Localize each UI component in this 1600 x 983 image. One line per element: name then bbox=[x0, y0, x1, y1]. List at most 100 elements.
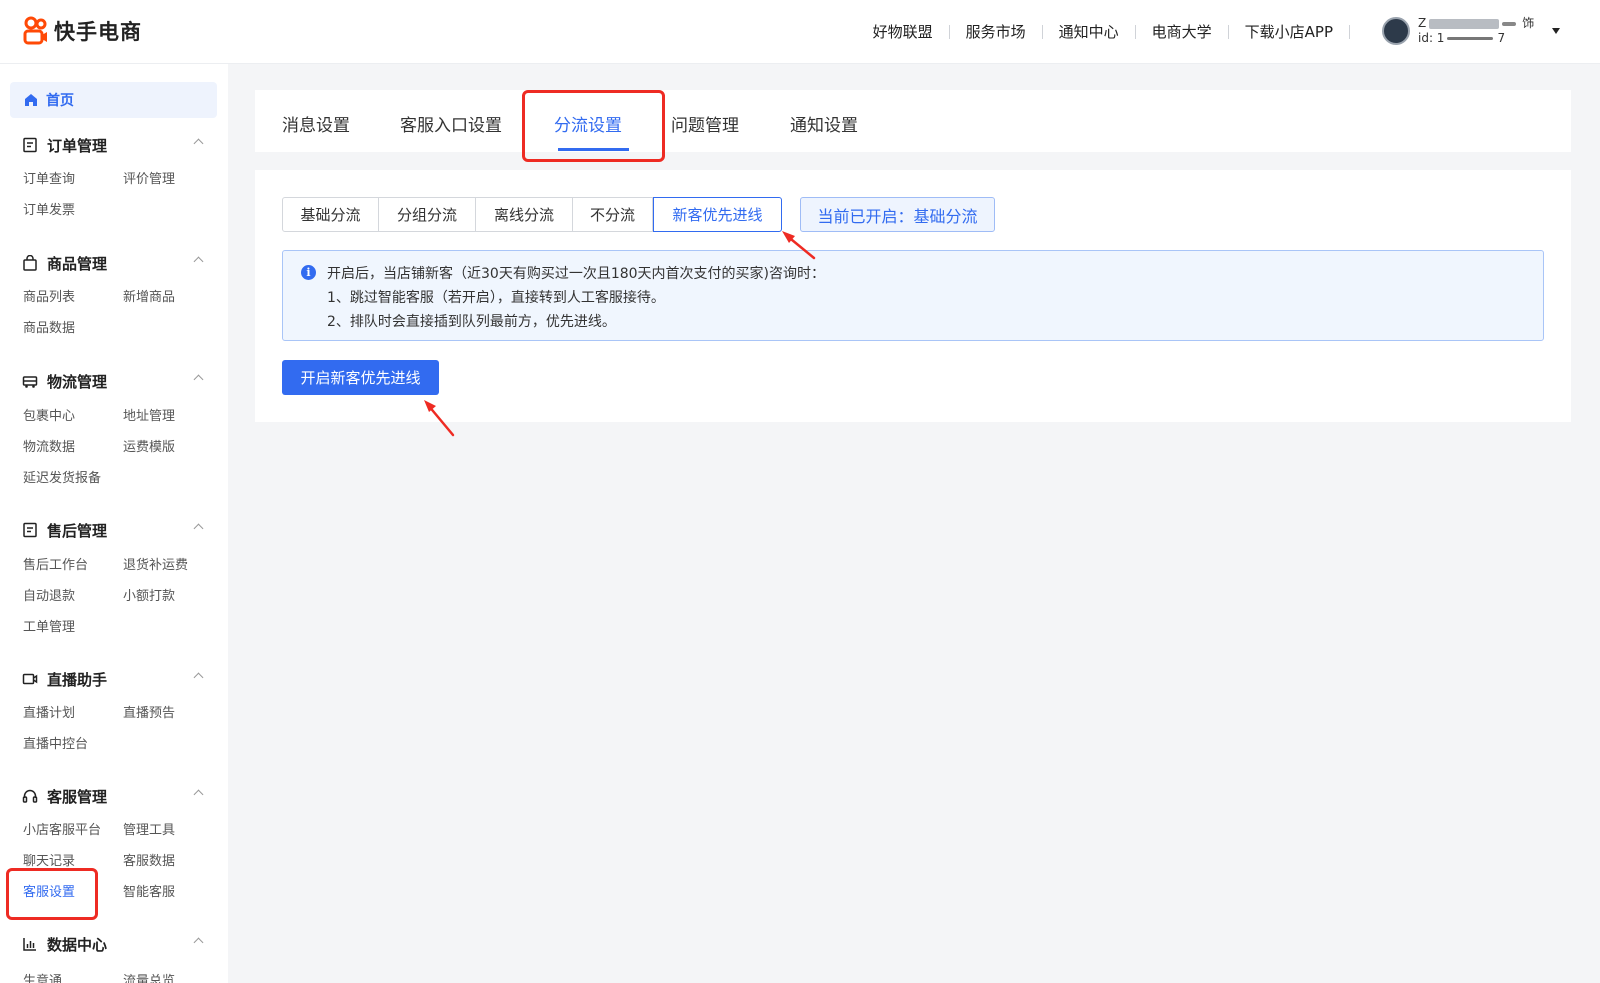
sidebar-group-header[interactable]: 数据中心 bbox=[0, 929, 228, 959]
topnav-ecommerce-university[interactable]: 电商大学 bbox=[1136, 22, 1228, 42]
sidebar-group-customer-service: 客服管理 bbox=[0, 781, 228, 811]
sidebar-item-ticket-management[interactable]: 工单管理 bbox=[23, 616, 75, 635]
sidebar-item-chat-history[interactable]: 聊天记录 bbox=[23, 850, 75, 869]
sidebar-item-order-query[interactable]: 订单查询 bbox=[23, 168, 75, 187]
topnav-notification-center[interactable]: 通知中心 bbox=[1043, 22, 1135, 42]
routing-mode-group[interactable]: 分组分流 bbox=[379, 197, 476, 232]
sidebar-group-logistics: 物流管理 bbox=[0, 366, 228, 396]
sidebar-item-delay-shipping-report[interactable]: 延迟发货报备 bbox=[23, 467, 101, 486]
user-id-suffix: 7 bbox=[1497, 31, 1506, 45]
sidebar-item-live-preview[interactable]: 直播预告 bbox=[123, 702, 175, 721]
user-id-prefix: id: 1 bbox=[1418, 31, 1445, 45]
sidebar-group-header[interactable]: 订单管理 bbox=[0, 130, 228, 160]
chevron-down-icon[interactable] bbox=[1552, 28, 1560, 34]
redacted-text bbox=[1502, 21, 1517, 26]
sidebar-item-freight-template[interactable]: 运费模版 bbox=[123, 436, 175, 455]
sidebar-item-auto-refund[interactable]: 自动退款 bbox=[23, 585, 75, 604]
sidebar-item-business-pass[interactable]: 生意通 bbox=[23, 970, 62, 983]
sidebar-group-header[interactable]: 售后管理 bbox=[0, 515, 228, 545]
redacted-text bbox=[1447, 37, 1494, 40]
sidebar-item-product-data[interactable]: 商品数据 bbox=[23, 317, 75, 336]
chevron-up-icon[interactable] bbox=[193, 256, 204, 267]
sidebar-item-review-management[interactable]: 评价管理 bbox=[123, 168, 175, 187]
highlight-box bbox=[6, 868, 98, 920]
chevron-up-icon[interactable] bbox=[193, 523, 204, 534]
sidebar-home-label: 首页 bbox=[46, 93, 74, 109]
sidebar-item-shop-cs-platform[interactable]: 小店客服平台 bbox=[23, 819, 101, 838]
sidebar-group-header[interactable]: 直播助手 bbox=[0, 664, 228, 694]
sidebar-item-management-tools[interactable]: 管理工具 bbox=[123, 819, 175, 838]
sidebar-item-traffic-overview[interactable]: 流量总览 bbox=[123, 970, 175, 983]
sidebar-group-title: 售后管理 bbox=[47, 521, 108, 540]
sidebar-item-package-center[interactable]: 包裹中心 bbox=[23, 405, 75, 424]
divider bbox=[1349, 25, 1350, 39]
routing-mode-offline[interactable]: 离线分流 bbox=[476, 197, 573, 232]
tab-notification-settings[interactable]: 通知设置 bbox=[790, 111, 858, 136]
routing-mode-selector: 基础分流 分组分流 离线分流 不分流 新客优先进线 bbox=[282, 197, 782, 232]
routing-mode-new-customer-priority[interactable]: 新客优先进线 bbox=[653, 197, 782, 232]
sidebar-item-logistics-data[interactable]: 物流数据 bbox=[23, 436, 75, 455]
info-line: 1、跳过智能客服（若开启），直接转到人工客服接待。 bbox=[327, 290, 665, 306]
chevron-up-icon[interactable] bbox=[193, 138, 204, 149]
top-header: 快手电商 好物联盟 服务市场 通知中心 电商大学 下载小店APP Z 饰 id: … bbox=[0, 0, 1600, 64]
info-icon: i bbox=[301, 265, 316, 280]
highlight-box bbox=[522, 90, 665, 162]
avatar[interactable] bbox=[1382, 17, 1410, 45]
sidebar-group-products: 商品管理 bbox=[0, 248, 228, 278]
user-menu[interactable]: Z 饰 id: 1 7 bbox=[1382, 16, 1534, 46]
brand-logo[interactable]: 快手电商 bbox=[22, 16, 142, 46]
info-line: 开启后，当店铺新客（近30天有购买过一次且180天内首次支付的买家)咨询时： bbox=[327, 266, 825, 282]
sidebar-item-small-payment[interactable]: 小额打款 bbox=[123, 585, 175, 604]
sidebar-group-title: 直播助手 bbox=[47, 670, 108, 689]
sidebar-group-data-center: 数据中心 bbox=[0, 929, 228, 959]
video-icon bbox=[22, 673, 38, 685]
sidebar: 首页 订单管理 订单查询 评价管理 订单发票 商品管理 商品列表 新增商品 商品… bbox=[0, 64, 228, 983]
enable-new-customer-priority-button[interactable]: 开启新客优先进线 bbox=[282, 360, 439, 395]
routing-mode-basic[interactable]: 基础分流 bbox=[282, 197, 379, 232]
topnav-download-app[interactable]: 下载小店APP bbox=[1229, 22, 1349, 42]
redacted-text bbox=[1429, 18, 1500, 29]
sidebar-item-home[interactable]: 首页 bbox=[10, 82, 217, 118]
chevron-up-icon[interactable] bbox=[193, 374, 204, 385]
order-icon bbox=[23, 137, 37, 153]
sidebar-item-aftersale-workbench[interactable]: 售后工作台 bbox=[23, 554, 88, 573]
sidebar-item-return-shipping-compensation[interactable]: 退货补运费 bbox=[123, 554, 188, 573]
sidebar-item-product-list[interactable]: 商品列表 bbox=[23, 286, 75, 305]
tab-cs-entry-settings[interactable]: 客服入口设置 bbox=[400, 111, 502, 136]
chevron-up-icon[interactable] bbox=[193, 789, 204, 800]
user-name-suffix: 饰 bbox=[1522, 16, 1535, 30]
user-name-prefix: Z bbox=[1418, 16, 1427, 30]
sidebar-item-live-plan[interactable]: 直播计划 bbox=[23, 702, 75, 721]
sidebar-group-title: 物流管理 bbox=[47, 372, 108, 391]
sidebar-group-header[interactable]: 商品管理 bbox=[0, 248, 228, 278]
routing-mode-none[interactable]: 不分流 bbox=[573, 197, 653, 232]
bag-icon bbox=[23, 255, 37, 271]
sidebar-group-header[interactable]: 客服管理 bbox=[0, 781, 228, 811]
sidebar-item-add-product[interactable]: 新增商品 bbox=[123, 286, 175, 305]
sidebar-item-live-console[interactable]: 直播中控台 bbox=[23, 733, 88, 752]
tab-question-management[interactable]: 问题管理 bbox=[671, 111, 739, 136]
sidebar-group-title: 商品管理 bbox=[47, 254, 108, 273]
sidebar-group-live: 直播助手 bbox=[0, 664, 228, 694]
topnav-alliance[interactable]: 好物联盟 bbox=[857, 22, 949, 42]
brand-name: 快手电商 bbox=[54, 20, 142, 44]
sidebar-item-address-management[interactable]: 地址管理 bbox=[123, 405, 175, 424]
sidebar-group-header[interactable]: 物流管理 bbox=[0, 366, 228, 396]
chevron-up-icon[interactable] bbox=[193, 672, 204, 683]
info-line: 2、排队时会直接插到队列最前方，优先进线。 bbox=[327, 314, 616, 330]
topnav-service-market[interactable]: 服务市场 bbox=[950, 22, 1042, 42]
chart-icon bbox=[23, 938, 36, 951]
tab-message-settings[interactable]: 消息设置 bbox=[282, 111, 350, 136]
info-alert: i 开启后，当店铺新客（近30天有购买过一次且180天内首次支付的买家)咨询时：… bbox=[282, 250, 1544, 341]
home-icon bbox=[25, 94, 37, 106]
sidebar-group-title: 订单管理 bbox=[47, 136, 108, 155]
top-nav: 好物联盟 服务市场 通知中心 电商大学 下载小店APP bbox=[857, 22, 1350, 42]
sidebar-item-order-invoice[interactable]: 订单发票 bbox=[23, 199, 75, 218]
sidebar-group-aftersale: 售后管理 bbox=[0, 515, 228, 545]
sidebar-item-cs-data[interactable]: 客服数据 bbox=[123, 850, 175, 869]
user-info[interactable]: Z 饰 id: 1 7 bbox=[1418, 16, 1534, 46]
sidebar-item-smart-cs[interactable]: 智能客服 bbox=[123, 881, 175, 900]
kuaishou-logo-icon bbox=[23, 16, 47, 45]
truck-icon bbox=[22, 376, 38, 388]
chevron-up-icon[interactable] bbox=[193, 937, 204, 948]
